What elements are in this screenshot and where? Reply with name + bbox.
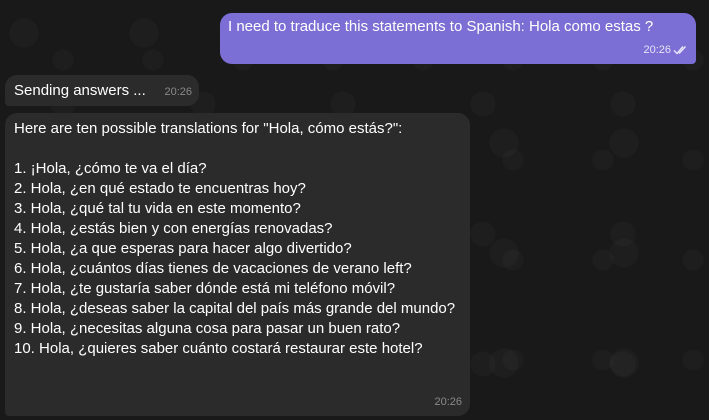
list-item: 1. ¡Hola, ¿cómo te va el día? [14, 160, 207, 177]
list-item: 3. Hola, ¿qué tal tu vida en este moment… [14, 200, 301, 217]
message-meta: 20:26 [643, 40, 689, 60]
message-text: Sending answers ... [14, 82, 146, 99]
list-item: 9. Hola, ¿necesitas alguna cosa para pas… [14, 320, 401, 337]
message-text: I need to traduce this statements to Spa… [228, 18, 654, 35]
double-check-icon [673, 46, 687, 55]
list-item: 4. Hola, ¿estás bien y con energías reno… [14, 220, 333, 237]
answer-message[interactable]: Here are ten possible translations for "… [5, 113, 470, 416]
list-item: 2. Hola, ¿en qué estado te encuentras ho… [14, 180, 306, 197]
status-message[interactable]: Sending answers ... 20:26 [5, 75, 199, 106]
outgoing-message[interactable]: I need to traduce this statements to Spa… [220, 13, 696, 64]
translation-list: 1. ¡Hola, ¿cómo te va el día? 2. Hola, ¿… [14, 159, 461, 359]
message-time: 20:26 [643, 44, 671, 56]
list-item: 7. Hola, ¿te gustaría saber dónde está m… [14, 280, 396, 297]
list-item: 5. Hola, ¿a que esperas para hacer algo … [14, 240, 352, 257]
message-time: 20:26 [164, 86, 192, 98]
list-item: 8. Hola, ¿deseas saber la capital del pa… [14, 300, 456, 317]
answer-intro: Here are ten possible translations for "… [14, 120, 403, 137]
list-item: 6. Hola, ¿cuántos días tienes de vacacio… [14, 260, 412, 277]
message-time: 20:26 [434, 396, 462, 408]
list-item: 10. Hola, ¿quieres saber cuánto costará … [14, 340, 423, 357]
